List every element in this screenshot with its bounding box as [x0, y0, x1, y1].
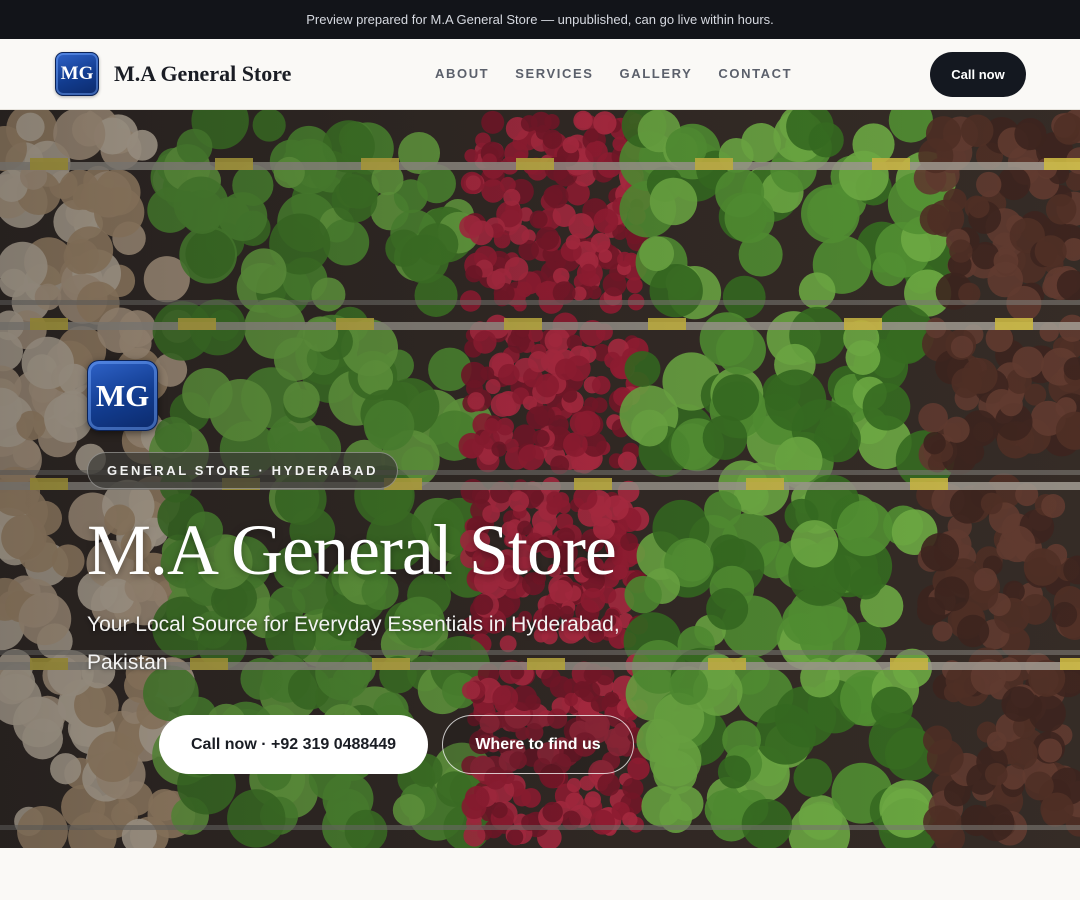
preview-banner-text: Preview prepared for M.A General Store —…	[306, 12, 774, 27]
hero-category-tag-text: GENERAL STORE · HYDERABAD	[107, 463, 379, 478]
brand-link[interactable]: MG M.A General Store	[55, 52, 291, 96]
nav-link-contact[interactable]: CONTACT	[718, 66, 792, 81]
brand-logo: MG	[55, 52, 99, 96]
hero-section: MG GENERAL STORE · HYDERABAD M.A General…	[0, 110, 1080, 848]
brand-name: M.A General Store	[114, 61, 292, 86]
hero-category-tag: GENERAL STORE · HYDERABAD	[87, 452, 399, 489]
brand-logo-text: MG	[60, 63, 94, 84]
nav-link-gallery[interactable]: GALLERY	[620, 66, 693, 81]
hero-subtitle: Your Local Source for Everyday Essential…	[87, 613, 620, 674]
main-nav: ABOUT SERVICES GALLERY CONTACT	[435, 66, 792, 81]
next-section-top	[0, 848, 1080, 900]
header-call-button[interactable]: Call now	[930, 52, 1026, 97]
hero-location-button[interactable]: Where to find us	[442, 715, 634, 774]
nav-link-services[interactable]: SERVICES	[515, 66, 593, 81]
hero-call-button[interactable]: Call now · +92 319 0488449	[159, 715, 428, 774]
site-header: MG M.A General Store ABOUT SERVICES GALL…	[0, 39, 1080, 110]
nav-link-about[interactable]: ABOUT	[435, 66, 489, 81]
hero-logo-text: MG	[95, 377, 150, 413]
hero-title: M.A General Store	[87, 510, 617, 590]
preview-banner: Preview prepared for M.A General Store —…	[0, 0, 1080, 39]
hero-logo: MG	[87, 360, 158, 431]
